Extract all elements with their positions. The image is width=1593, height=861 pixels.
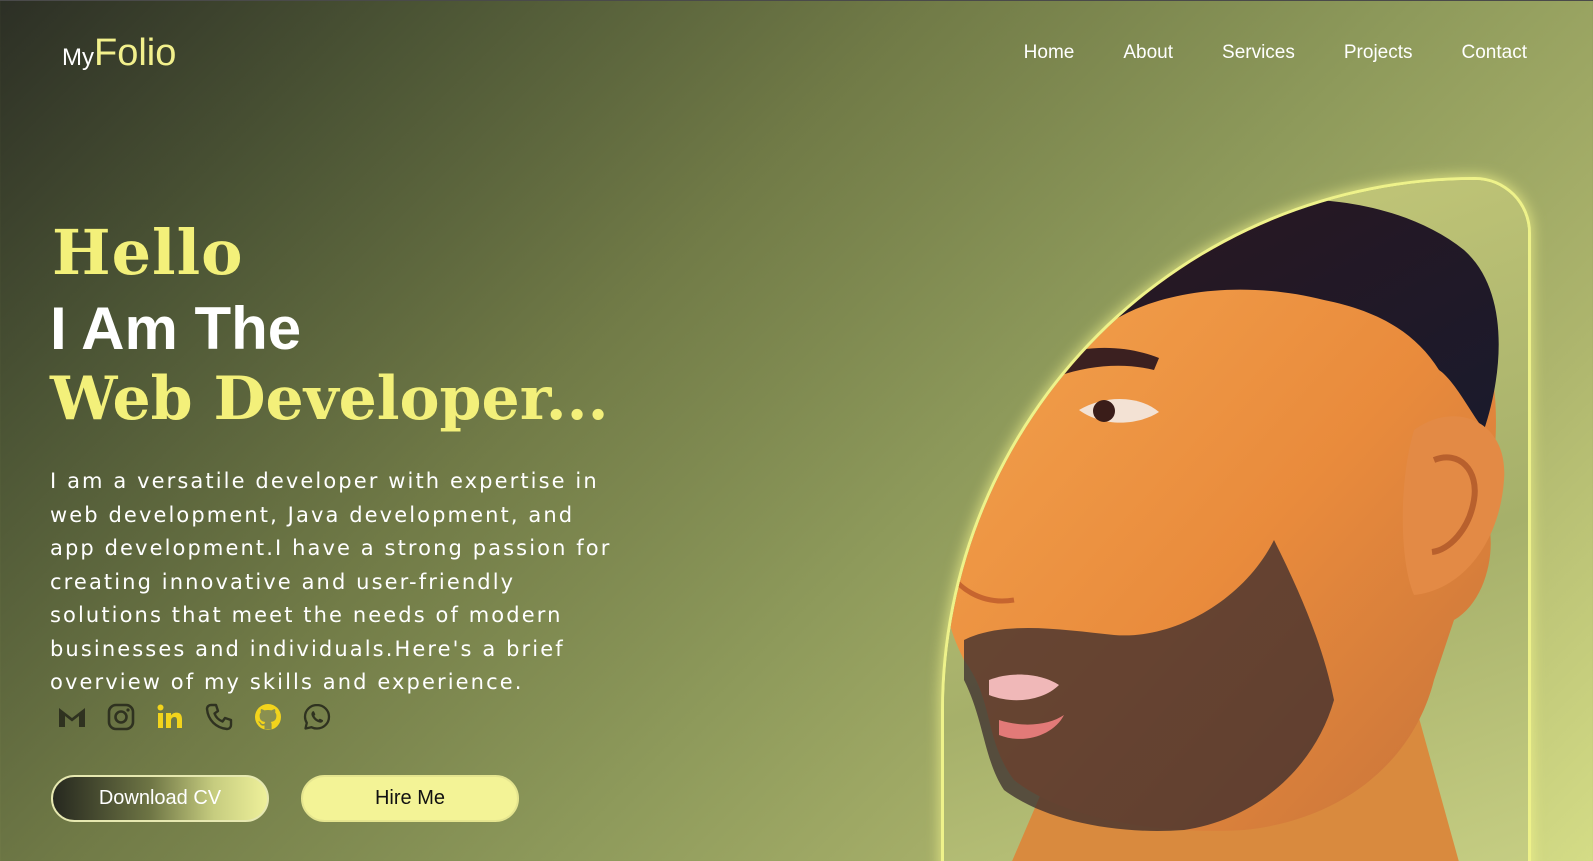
linkedin-icon[interactable]: [153, 700, 186, 733]
phone-icon[interactable]: [202, 700, 235, 733]
whatsapp-icon[interactable]: [300, 700, 333, 733]
hero-greeting: Hello: [52, 216, 244, 289]
nav-projects[interactable]: Projects: [1344, 42, 1413, 64]
logo[interactable]: MyFolio: [62, 32, 176, 75]
hero-role: Web Developer...: [50, 364, 609, 434]
social-links: [55, 700, 333, 733]
hero-description: I am a versatile developer with expertis…: [50, 469, 612, 694]
logo-prefix: My: [62, 44, 94, 71]
nav-services[interactable]: Services: [1222, 42, 1295, 64]
hero-intro: I Am The: [50, 295, 302, 362]
profile-photo: [944, 180, 1528, 861]
download-cv-button[interactable]: Download CV: [51, 775, 269, 822]
nav-home[interactable]: Home: [1024, 42, 1075, 64]
instagram-icon[interactable]: [104, 700, 137, 733]
nav-about[interactable]: About: [1123, 42, 1173, 64]
logo-main: Folio: [94, 32, 177, 74]
top-border: [0, 0, 1593, 1]
gmail-icon[interactable]: [55, 700, 88, 733]
github-icon[interactable]: [251, 700, 284, 733]
hire-me-button[interactable]: Hire Me: [301, 775, 519, 822]
profile-portrait-illustration: [944, 199, 1505, 861]
main-nav: Home About Services Projects Contact: [1024, 42, 1527, 64]
nav-contact[interactable]: Contact: [1462, 42, 1527, 64]
